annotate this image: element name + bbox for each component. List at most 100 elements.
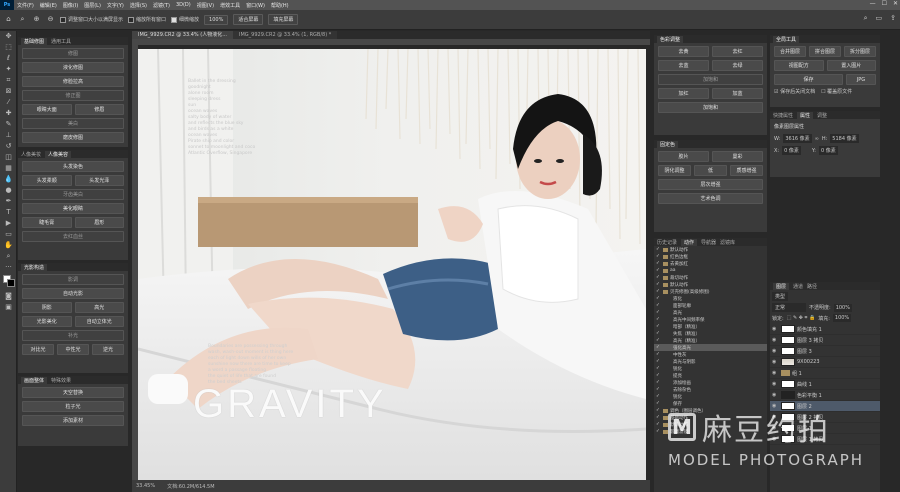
visibility-eye-icon[interactable]: ◉	[772, 359, 779, 365]
layer-row[interactable]: ◉ 图层 1	[770, 423, 880, 434]
action-item[interactable]: ✓ 去除杂色	[654, 386, 767, 393]
check-icon[interactable]: ✓	[656, 401, 661, 406]
close-icon[interactable]: ✕	[893, 0, 898, 7]
check-icon[interactable]: ✓	[656, 429, 661, 434]
fill-screen-button[interactable]: 填充屏幕	[268, 14, 299, 25]
low-dropdown[interactable]: 低	[694, 165, 727, 176]
history-brush-icon[interactable]: ↺	[0, 141, 17, 152]
check-icon[interactable]: ✓	[656, 359, 661, 364]
layer-enhance-button[interactable]: 层次增强	[658, 179, 763, 190]
action-item[interactable]: ✓ 锐化	[654, 365, 767, 372]
particle-light-button[interactable]: 粒子光	[22, 401, 124, 412]
check-icon[interactable]: ✓	[656, 275, 661, 280]
place-image-button[interactable]: 置入图片	[826, 60, 876, 71]
lock-icons[interactable]: ⬚ ✎ ✥ ⌗ 🔒	[787, 315, 816, 321]
menu-filter[interactable]: 滤镜(T)	[150, 2, 173, 9]
tab-adjustments[interactable]: 调整	[817, 112, 827, 119]
art-tone-button[interactable]: 艺术色调	[658, 193, 763, 204]
visibility-eye-icon[interactable]: ◉	[772, 381, 779, 387]
check-icon[interactable]: ✓	[656, 387, 661, 392]
check-icon[interactable]: ✓	[656, 331, 661, 336]
workspace-icon[interactable]: ▭	[876, 14, 883, 23]
action-item[interactable]: ✓ 失焦（精准）	[654, 330, 767, 337]
visibility-eye-icon[interactable]: ◉	[772, 425, 779, 431]
merge-layers-button[interactable]: 合并图层	[774, 46, 806, 57]
check-icon[interactable]: ✓	[656, 394, 661, 399]
flatten-button[interactable]: 拼合图层	[809, 46, 841, 57]
color-grade-button[interactable]: 曼彩	[712, 151, 763, 162]
zoom-icon[interactable]: ⌕	[0, 251, 17, 262]
highlight-button[interactable]: 高光	[74, 302, 124, 313]
visibility-eye-icon[interactable]: ◉	[772, 370, 779, 376]
height-field[interactable]: 5184 像素	[830, 134, 859, 143]
action-item[interactable]: ✓ 裁切动作	[654, 274, 767, 281]
menu-type[interactable]: 文字(Y)	[104, 2, 127, 9]
layer-row[interactable]: ◉ 9X00223	[770, 357, 880, 368]
home-icon[interactable]: ⌂	[4, 15, 13, 24]
light-beautify-button[interactable]: 光影美化	[22, 316, 72, 327]
action-item[interactable]: ✓ 保存	[654, 400, 767, 407]
texture-button[interactable]: 质感增强	[730, 165, 763, 176]
tab-paths[interactable]: 路径	[807, 283, 817, 290]
zoom-all-checkbox[interactable]: 缩放所有窗口	[128, 16, 166, 23]
eraser-icon[interactable]: ◫	[0, 152, 17, 163]
action-item[interactable]: ✓ 默认动作	[654, 281, 767, 288]
action-item[interactable]: ✓ 默认动作	[654, 246, 767, 253]
menu-help[interactable]: 帮助(H)	[268, 2, 292, 9]
layer-row[interactable]: ◉ 颜色填充 1	[770, 324, 880, 335]
layer-row[interactable]: ◉ 图层 2	[770, 401, 880, 412]
action-item[interactable]: ✓ 添加绘画	[654, 379, 767, 386]
check-icon[interactable]: ✓	[656, 324, 661, 329]
quick-mask-icon[interactable]: ◙	[0, 291, 17, 302]
check-icon[interactable]: ✓	[656, 338, 661, 343]
film-button[interactable]: 胶片	[658, 151, 709, 162]
brush-tool-icon[interactable]: ✎	[0, 119, 17, 130]
format-select[interactable]: JPG	[846, 74, 876, 85]
layer-row[interactable]: ◉ 图层 3 拷贝	[770, 335, 880, 346]
remove-blue-button[interactable]: 去蓝	[658, 60, 709, 71]
hair-smooth-button[interactable]: 头发柔顺	[22, 175, 72, 186]
add-red-button[interactable]: 加红	[658, 88, 709, 99]
link-icon[interactable]: ∞	[815, 136, 819, 142]
background-color[interactable]	[7, 279, 15, 287]
eye-beautify-button[interactable]: 美化眼睛	[22, 203, 124, 214]
crop-tool-icon[interactable]: ⌗	[0, 75, 17, 86]
remove-yellow-button[interactable]: 去黄	[658, 46, 709, 57]
check-icon[interactable]: ✓	[656, 422, 661, 427]
action-item[interactable]: ✓ 液化	[654, 295, 767, 302]
clone-stamp-icon[interactable]: ⊥	[0, 130, 17, 141]
layer-row[interactable]: ◉ 组 1	[770, 368, 880, 379]
tab-portrait-makeup[interactable]: 人像美妆	[21, 151, 41, 158]
auto-3d-light-button[interactable]: 自动立体光	[74, 316, 124, 327]
layer-row[interactable]: ◉ 图层 2 拷贝	[770, 412, 880, 423]
action-item[interactable]: ✓ 面部轮廓	[654, 302, 767, 309]
layer-row[interactable]: ◉ 图层 3	[770, 346, 880, 357]
action-item[interactable]: ✓ 高光（精准）	[654, 337, 767, 344]
auto-light-button[interactable]: 自动光影	[22, 288, 124, 299]
action-item[interactable]: ✓ 高光	[654, 309, 767, 316]
action-item[interactable]: ✓ 中性灰	[654, 351, 767, 358]
eyedropper-icon[interactable]: ⁄	[0, 97, 17, 108]
add-blue-button[interactable]: 加蓝	[712, 88, 763, 99]
shadow-button[interactable]: 阴影	[22, 302, 72, 313]
search-icon[interactable]: ⌕	[864, 14, 868, 23]
menu-edit[interactable]: 编辑(E)	[37, 2, 60, 9]
blur-tool-icon[interactable]: 💧	[0, 174, 17, 185]
save-button[interactable]: 保存	[774, 74, 843, 85]
tab-layers[interactable]: 图层	[773, 282, 790, 290]
split-layers-button[interactable]: 拆分图层	[844, 46, 876, 57]
check-icon[interactable]: ✓	[656, 345, 661, 350]
zoom-in-icon[interactable]: ⊕	[32, 15, 41, 24]
layer-kind-filter[interactable]: 类型	[772, 292, 789, 301]
check-icon[interactable]: ✓	[656, 289, 661, 294]
visibility-eye-icon[interactable]: ◉	[772, 337, 779, 343]
maximize-icon[interactable]: ☐	[882, 0, 887, 7]
path-select-icon[interactable]: ▶	[0, 218, 17, 229]
action-item[interactable]: ✓ 高光与阴影	[654, 358, 767, 365]
move-tool-icon[interactable]: ✥	[0, 31, 17, 42]
remove-red-button[interactable]: 去红	[712, 46, 763, 57]
hand-tool-icon[interactable]: ✋	[0, 240, 17, 251]
tab-quick-properties[interactable]: 快捷属性	[773, 112, 793, 119]
hair-color-button[interactable]: 头发染色	[22, 161, 124, 172]
pen-tool-icon[interactable]: ✒	[0, 196, 17, 207]
